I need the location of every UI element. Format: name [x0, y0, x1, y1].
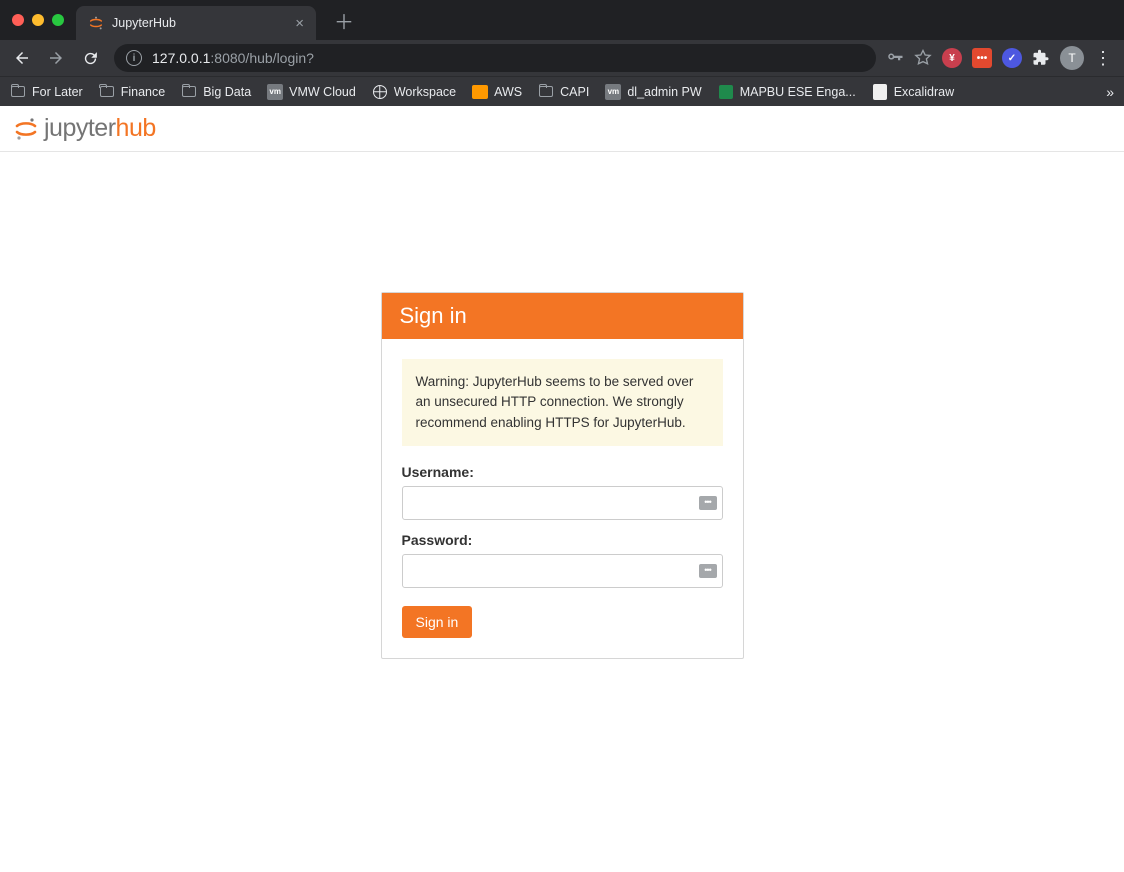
- green-square-icon: [718, 84, 734, 100]
- bookmark-workspace[interactable]: Workspace: [372, 84, 456, 100]
- back-button[interactable]: [8, 44, 36, 72]
- login-card-header: Sign in: [382, 293, 743, 339]
- browser-tab[interactable]: JupyterHub ×: [76, 6, 316, 40]
- bookmark-mapbu-ese[interactable]: MAPBU ESE Enga...: [718, 84, 856, 100]
- folder-icon: [99, 84, 115, 100]
- vmw-icon: vm: [605, 84, 621, 100]
- address-bar[interactable]: i 127.0.0.1:8080/hub/login?: [114, 44, 876, 72]
- bookmark-label: Workspace: [394, 85, 456, 99]
- password-key-icon[interactable]: [886, 49, 904, 67]
- profile-avatar[interactable]: T: [1060, 46, 1084, 70]
- window-maximize-button[interactable]: [52, 14, 64, 26]
- folder-icon: [10, 84, 26, 100]
- site-info-icon[interactable]: i: [126, 50, 142, 66]
- jupyterhub-logo[interactable]: jupyterhub: [14, 114, 156, 143]
- password-label: Password:: [402, 532, 723, 548]
- new-tab-button[interactable]: ＋: [330, 6, 358, 34]
- url-text: 127.0.0.1:8080/hub/login?: [152, 50, 314, 66]
- bookmark-capi[interactable]: CAPI: [538, 84, 589, 100]
- bookmark-label: MAPBU ESE Enga...: [740, 85, 856, 99]
- bookmark-vmw-cloud[interactable]: vm VMW Cloud: [267, 84, 356, 100]
- bookmark-label: VMW Cloud: [289, 85, 356, 99]
- tab-strip: JupyterHub × ＋: [0, 0, 1124, 40]
- login-card-body: Warning: JupyterHub seems to be served o…: [382, 339, 743, 658]
- globe-icon: [372, 84, 388, 100]
- bookmark-label: Excalidraw: [894, 85, 954, 99]
- excalidraw-icon: [872, 84, 888, 100]
- username-input-wrap: [402, 486, 723, 520]
- login-card: Sign in Warning: JupyterHub seems to be …: [381, 292, 744, 659]
- extension-icon-1[interactable]: ¥: [942, 48, 962, 68]
- browser-toolbar: i 127.0.0.1:8080/hub/login? ¥ ••• ✓ T ⋮: [0, 40, 1124, 76]
- bookmark-label: AWS: [494, 85, 522, 99]
- bookmark-label: For Later: [32, 85, 83, 99]
- jupyter-mark-icon: [14, 117, 38, 141]
- password-input-wrap: [402, 554, 723, 588]
- bookmark-big-data[interactable]: Big Data: [181, 84, 251, 100]
- chrome-menu-button[interactable]: ⋮: [1094, 48, 1112, 69]
- window-controls: [12, 14, 64, 26]
- aws-icon: [472, 84, 488, 100]
- bookmark-for-later[interactable]: For Later: [10, 84, 83, 100]
- forward-button[interactable]: [42, 44, 70, 72]
- browser-chrome: JupyterHub × ＋ i 127.0.0.1:8080/hub/logi…: [0, 0, 1124, 106]
- folder-icon: [181, 84, 197, 100]
- bookmark-aws[interactable]: AWS: [472, 84, 522, 100]
- jupyterhub-header: jupyterhub: [0, 106, 1124, 152]
- http-warning-banner: Warning: JupyterHub seems to be served o…: [402, 359, 723, 446]
- tab-title: JupyterHub: [112, 16, 176, 30]
- username-label: Username:: [402, 464, 723, 480]
- bookmark-label: dl_admin PW: [627, 85, 701, 99]
- extension-icon-3[interactable]: ✓: [1002, 48, 1022, 68]
- bookmark-label: CAPI: [560, 85, 589, 99]
- bookmark-dl-admin-pw[interactable]: vm dl_admin PW: [605, 84, 701, 100]
- folder-icon: [538, 84, 554, 100]
- extension-icon-2[interactable]: •••: [972, 48, 992, 68]
- bookmark-label: Big Data: [203, 85, 251, 99]
- bookmark-label: Finance: [121, 85, 165, 99]
- bookmarks-overflow-button[interactable]: »: [1106, 84, 1114, 100]
- reload-button[interactable]: [76, 44, 104, 72]
- extensions-button[interactable]: [1032, 49, 1050, 67]
- bookmark-finance[interactable]: Finance: [99, 84, 165, 100]
- window-close-button[interactable]: [12, 14, 24, 26]
- page-content: Sign in Warning: JupyterHub seems to be …: [0, 152, 1124, 659]
- username-input[interactable]: [402, 486, 723, 520]
- bookmarks-bar: For Later Finance Big Data vm VMW Cloud …: [0, 76, 1124, 106]
- vmw-icon: vm: [267, 84, 283, 100]
- jupyter-favicon: [88, 15, 104, 31]
- sign-in-button[interactable]: Sign in: [402, 606, 473, 638]
- tab-close-icon[interactable]: ×: [295, 15, 304, 32]
- bookmark-star-icon[interactable]: [914, 49, 932, 67]
- password-manager-icon[interactable]: [699, 564, 717, 578]
- password-input[interactable]: [402, 554, 723, 588]
- password-manager-icon[interactable]: [699, 496, 717, 510]
- logo-text: jupyterhub: [44, 114, 156, 143]
- window-minimize-button[interactable]: [32, 14, 44, 26]
- bookmark-excalidraw[interactable]: Excalidraw: [872, 84, 954, 100]
- toolbar-right: ¥ ••• ✓ T ⋮: [886, 46, 1116, 70]
